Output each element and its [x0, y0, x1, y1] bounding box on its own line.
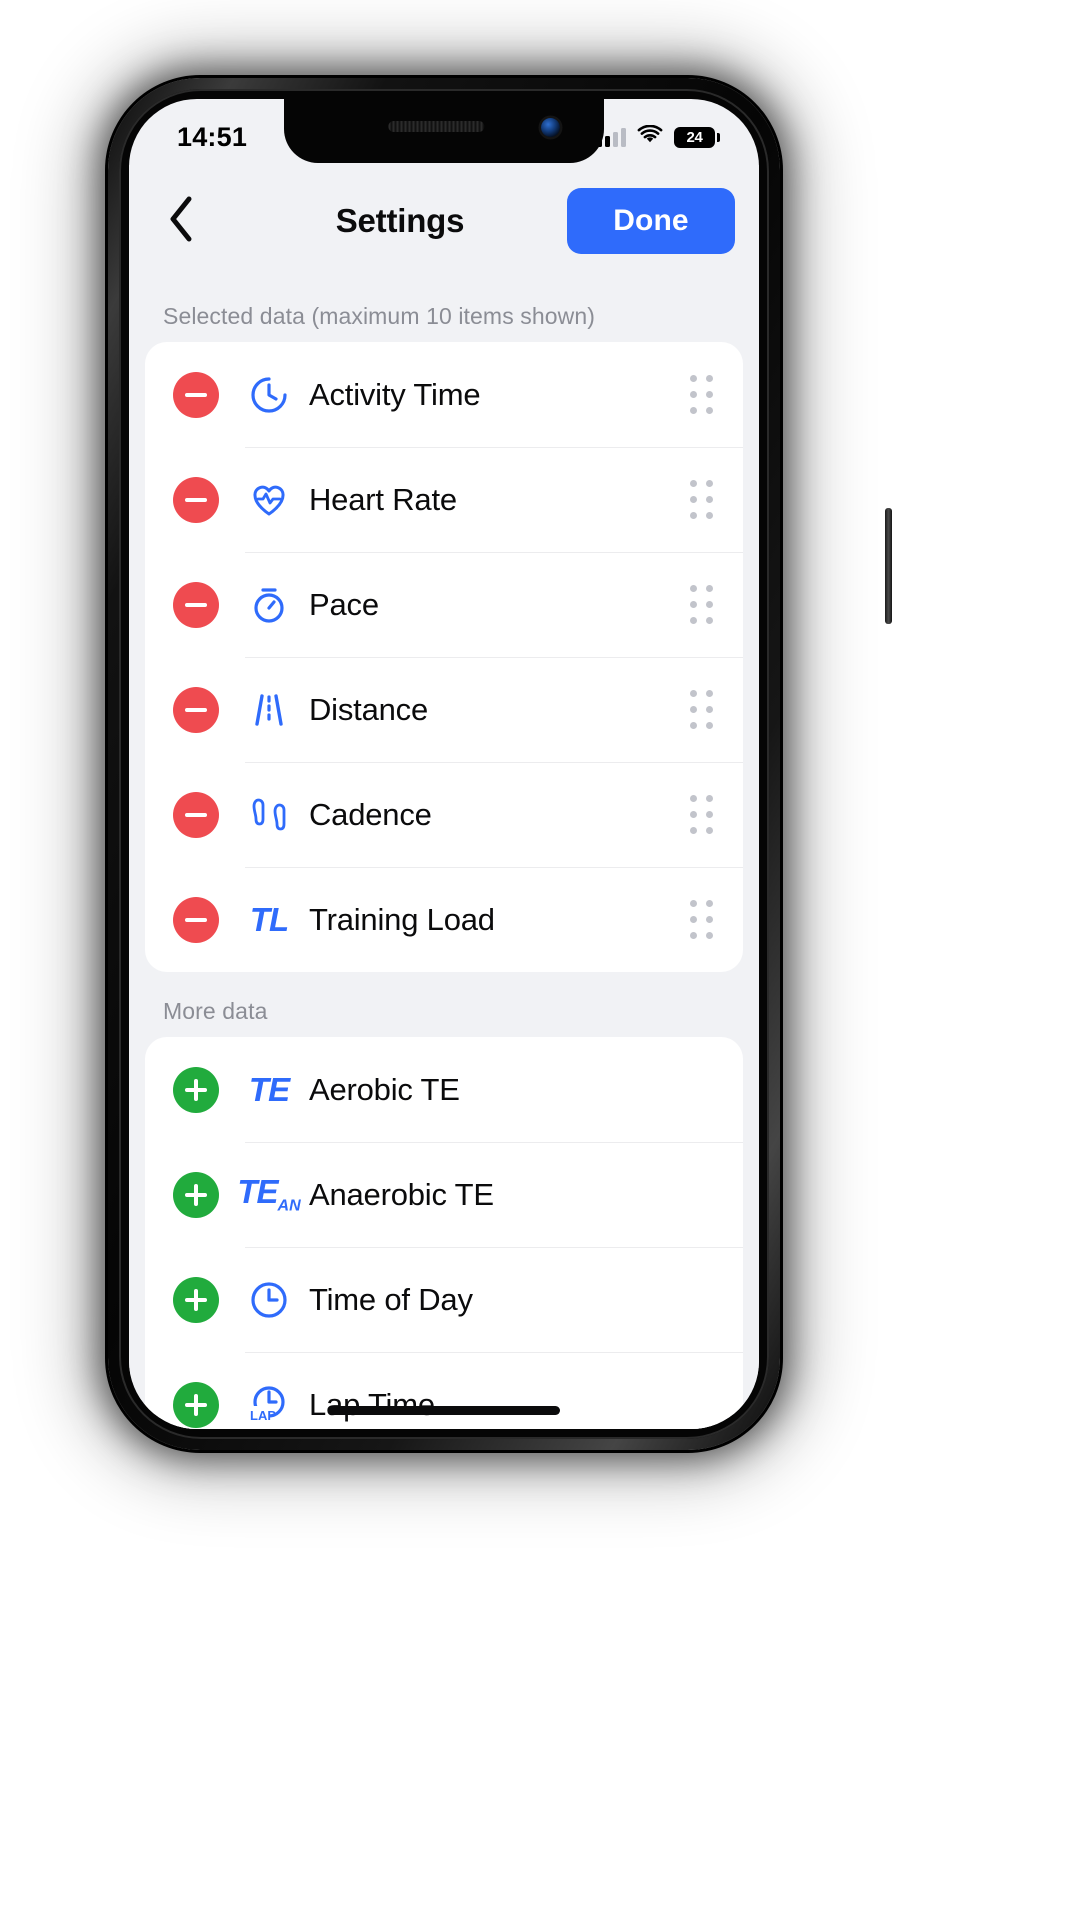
drag-handle-icon[interactable]: [659, 900, 743, 939]
road-icon: [243, 684, 295, 736]
more-data-list: TE Aerobic TE TEAN Anaerobic TE Time of …: [145, 1037, 743, 1429]
phone-screen: 14:51 24 Settings Done Selected data (ma…: [129, 99, 759, 1429]
list-item-label: Cadence: [309, 796, 432, 832]
tl-text-icon: TL: [243, 894, 295, 946]
list-item[interactable]: TE Aerobic TE: [145, 1037, 743, 1142]
add-button[interactable]: [173, 1276, 219, 1323]
add-button[interactable]: [173, 1171, 219, 1218]
te-glyph-label: TE: [248, 1071, 290, 1108]
device-notch: [284, 99, 604, 163]
add-button[interactable]: [173, 1066, 219, 1113]
status-bar-indicators: 24: [597, 124, 720, 149]
list-item[interactable]: TEAN Anaerobic TE: [145, 1142, 743, 1247]
phone-device-frame: 14:51 24 Settings Done Selected data (ma…: [108, 78, 892, 1450]
drag-handle-icon[interactable]: [659, 690, 743, 729]
remove-button[interactable]: [173, 896, 219, 943]
remove-button[interactable]: [173, 476, 219, 523]
battery-icon: 24: [674, 126, 720, 148]
list-item-label: Aerobic TE: [309, 1071, 460, 1107]
drag-handle-icon[interactable]: [659, 480, 743, 519]
drag-handle-icon[interactable]: [659, 375, 743, 414]
list-item-label: Distance: [309, 691, 429, 727]
page-title: Settings: [335, 202, 465, 239]
remove-button[interactable]: [173, 371, 219, 418]
te-an-text-icon: TEAN: [237, 1169, 300, 1221]
list-item[interactable]: Time of Day: [145, 1247, 743, 1352]
earpiece-speaker-icon: [388, 121, 485, 132]
remove-button[interactable]: [173, 791, 219, 838]
selected-data-section-header: Selected data (maximum 10 items shown): [163, 303, 596, 329]
chevron-left-icon: [168, 196, 194, 247]
heart-pulse-icon: [243, 474, 295, 526]
screenshot-stage: 14:51 24 Settings Done Selected data (ma…: [0, 0, 1080, 1920]
back-button[interactable]: [129, 196, 233, 247]
tl-glyph-label: TL: [249, 901, 289, 938]
selected-data-list: Activity Time Heart Rate Pace Distance C…: [145, 342, 743, 972]
list-item-label: Training Load: [309, 901, 495, 937]
power-button[interactable]: [885, 508, 892, 624]
list-item[interactable]: Cadence: [145, 762, 743, 867]
footsteps-icon: [243, 789, 295, 841]
add-button[interactable]: [173, 1381, 219, 1428]
list-item-label: Time of Day: [309, 1281, 473, 1317]
navigation-bar: Settings Done: [129, 165, 759, 277]
list-item-label: Anaerobic TE: [309, 1176, 494, 1212]
wifi-icon: [637, 124, 663, 149]
list-item-label: Pace: [309, 586, 379, 622]
settings-scroll-area[interactable]: Selected data (maximum 10 items shown) A…: [129, 277, 759, 1429]
battery-level-label: 24: [686, 128, 703, 146]
lap-clock-icon: LAP: [243, 1379, 295, 1430]
clock-activity-icon: [243, 369, 295, 421]
list-item-label: Lap Time: [309, 1386, 435, 1422]
done-button[interactable]: Done: [567, 188, 735, 254]
front-camera-icon: [541, 118, 560, 137]
remove-button[interactable]: [173, 581, 219, 628]
clock-icon: [243, 1274, 295, 1326]
list-item-label: Activity Time: [309, 376, 481, 412]
list-item[interactable]: TL Training Load: [145, 867, 743, 972]
list-item-label: Heart Rate: [309, 481, 457, 517]
list-item[interactable]: Heart Rate: [145, 447, 743, 552]
list-item[interactable]: LAP Lap Time: [145, 1352, 743, 1429]
remove-button[interactable]: [173, 686, 219, 733]
stopwatch-icon: [243, 579, 295, 631]
svg-text:LAP: LAP: [250, 1408, 276, 1423]
list-item[interactable]: Activity Time: [145, 342, 743, 447]
drag-handle-icon[interactable]: [659, 585, 743, 624]
drag-handle-icon[interactable]: [659, 795, 743, 834]
home-indicator[interactable]: [328, 1406, 560, 1415]
status-bar-time: 14:51: [177, 121, 248, 152]
more-data-section-header: More data: [163, 998, 268, 1024]
list-item[interactable]: Distance: [145, 657, 743, 762]
te-text-icon: TE: [243, 1064, 295, 1116]
list-item[interactable]: Pace: [145, 552, 743, 657]
te-an-main-label: TE: [237, 1172, 278, 1210]
te-an-sub-label: AN: [277, 1197, 301, 1215]
